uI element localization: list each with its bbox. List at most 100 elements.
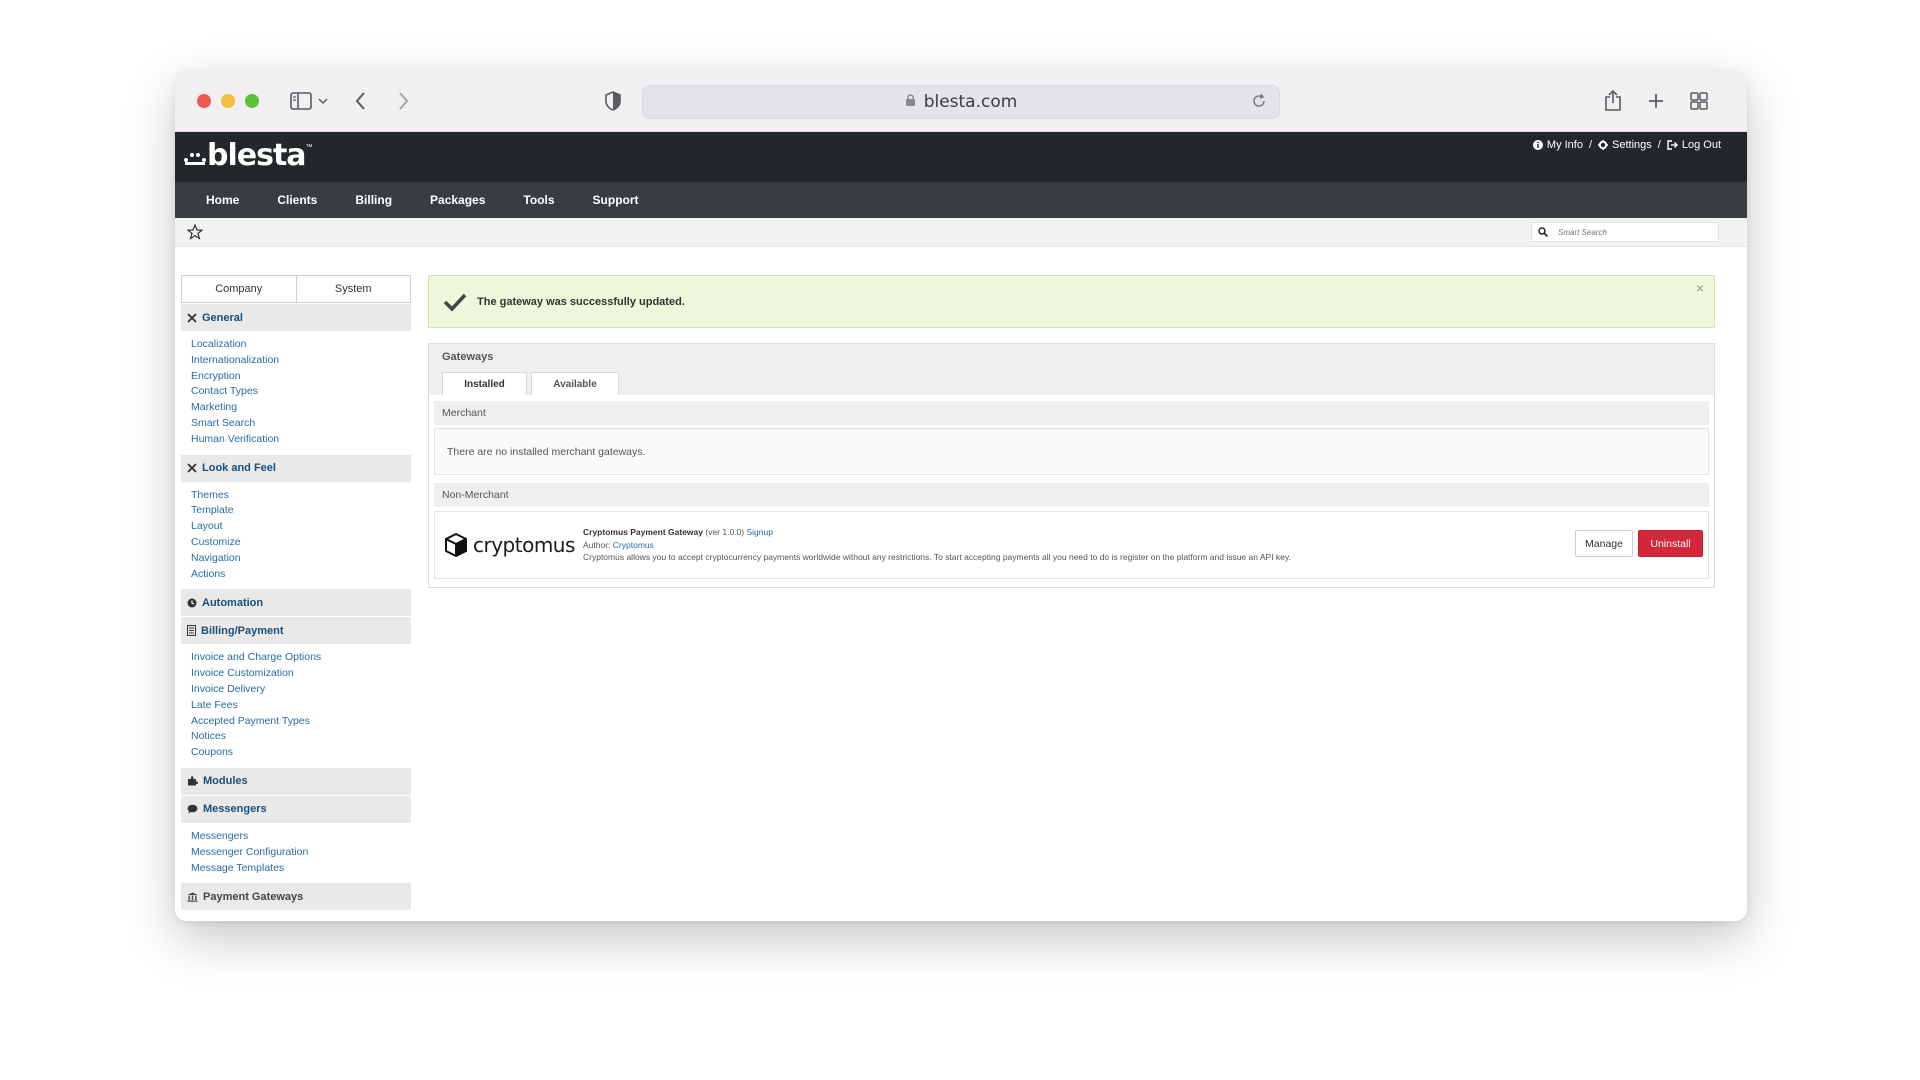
back-icon[interactable]: [347, 87, 375, 115]
section-title: Look and Feel: [202, 462, 276, 475]
section-general[interactable]: General: [181, 304, 411, 331]
chevron-down-icon[interactable]: [315, 87, 331, 115]
sidebar-item-internationalization[interactable]: Internationalization: [191, 353, 411, 369]
section-messengers[interactable]: Messengers: [181, 795, 411, 823]
section-modules[interactable]: Modules: [181, 767, 411, 795]
sidebar-item-accepted-payment-types[interactable]: Accepted Payment Types: [191, 714, 411, 730]
star-icon[interactable]: [186, 223, 204, 245]
section-billing-payment[interactable]: Billing/Payment: [181, 617, 411, 645]
sidebar-item-invoice-customization[interactable]: Invoice Customization: [191, 666, 411, 682]
cryptomus-logo-text: cryptomus: [473, 533, 575, 557]
nav-clients[interactable]: Clients: [258, 193, 336, 207]
settings-link[interactable]: Settings: [1598, 139, 1652, 151]
gateway-version: (ver 1.0.0): [705, 527, 745, 538]
minimize-window-button[interactable]: [221, 94, 235, 108]
maximize-window-button[interactable]: [245, 94, 259, 108]
alert-message: The gateway was successfully updated.: [477, 295, 685, 308]
share-icon[interactable]: [1599, 87, 1627, 115]
sidebar-item-themes[interactable]: Themes: [191, 488, 411, 504]
main-nav: Home Clients Billing Packages Tools Supp…: [175, 182, 1747, 218]
address-bar[interactable]: blesta.com: [642, 85, 1280, 119]
my-info-label: My Info: [1546, 139, 1583, 151]
gateways-panel: Gateways Installed Available Merchant Th…: [428, 343, 1715, 588]
sidebar-item-localization[interactable]: Localization: [191, 337, 411, 353]
nav-packages[interactable]: Packages: [411, 193, 504, 207]
bank-icon: [187, 892, 198, 902]
section-title: General: [202, 311, 243, 324]
main-content: The gateway was successfully updated. × …: [428, 275, 1715, 588]
sidebar-item-actions[interactable]: Actions: [191, 567, 411, 583]
puzzle-icon: [188, 776, 198, 786]
sidebar-item-smart-search[interactable]: Smart Search: [191, 416, 411, 432]
sidebar-item-contact-types[interactable]: Contact Types: [191, 384, 411, 400]
gateway-row: cryptomus Cryptomus Payment Gateway (ver…: [434, 511, 1709, 579]
privacy-shield-icon[interactable]: [599, 87, 627, 115]
reload-icon[interactable]: [1251, 93, 1267, 114]
clock-icon: [187, 598, 197, 608]
tools-icon: [187, 463, 197, 473]
close-icon[interactable]: ×: [1696, 280, 1704, 296]
manage-button[interactable]: Manage: [1575, 530, 1633, 557]
checkmark-icon: [443, 293, 467, 312]
nav-home[interactable]: Home: [187, 193, 258, 207]
gateway-actions: Manage Uninstall: [1575, 530, 1703, 557]
tools-icon: [187, 312, 197, 323]
sidebar-item-layout[interactable]: Layout: [191, 519, 411, 535]
smart-search-input[interactable]: [1558, 227, 1708, 237]
gateway-info: Cryptomus Payment Gateway (ver 1.0.0) Si…: [583, 526, 1291, 564]
section-payment-gateways[interactable]: Payment Gateways: [181, 883, 411, 911]
sidebar-item-customize[interactable]: Customize: [191, 535, 411, 551]
logout-label: Log Out: [1681, 139, 1721, 151]
sidebar-toggle-icon[interactable]: [287, 87, 315, 115]
sidebar-item-late-fees[interactable]: Late Fees: [191, 698, 411, 714]
sidebar-item-navigation[interactable]: Navigation: [191, 551, 411, 567]
section-look-and-feel[interactable]: Look and Feel: [181, 454, 411, 482]
browser-window: blesta.com blesta ™ My Info / Settings /…: [175, 70, 1747, 921]
forward-icon[interactable]: [389, 87, 417, 115]
settings-sidebar: Company System General Localization Inte…: [181, 275, 411, 921]
tab-available[interactable]: Available: [531, 372, 619, 395]
merchant-heading: Merchant: [434, 401, 1709, 425]
invoice-icon: [187, 625, 196, 637]
sidebar-item-marketing[interactable]: Marketing: [191, 400, 411, 416]
sidebar-item-message-templates[interactable]: Message Templates: [191, 861, 411, 877]
sidebar-item-messenger-configuration[interactable]: Messenger Configuration: [191, 845, 411, 861]
sidebar-item-human-verification[interactable]: Human Verification: [191, 432, 411, 448]
logo-trademark: ™: [305, 144, 313, 151]
uninstall-button[interactable]: Uninstall: [1638, 530, 1703, 557]
menu-separator: /: [1588, 139, 1593, 151]
my-info-link[interactable]: My Info: [1532, 139, 1583, 151]
sidebar-item-messengers[interactable]: Messengers: [191, 829, 411, 845]
user-menu: My Info / Settings / Log Out: [1532, 139, 1721, 151]
signup-link[interactable]: Signup: [746, 527, 772, 537]
tab-company[interactable]: Company: [181, 275, 297, 303]
section-title: Automation: [202, 596, 264, 609]
section-automation[interactable]: Automation: [181, 589, 411, 617]
sidebar-item-coupons[interactable]: Coupons: [191, 745, 411, 761]
search-icon[interactable]: [1538, 227, 1548, 237]
new-tab-icon[interactable]: [1642, 87, 1670, 115]
nav-billing[interactable]: Billing: [336, 193, 411, 207]
tab-system[interactable]: System: [296, 275, 411, 303]
sidebar-item-template[interactable]: Template: [191, 503, 411, 519]
author-link[interactable]: Cryptomus: [613, 540, 654, 550]
cube-icon: [445, 533, 467, 557]
blesta-logo[interactable]: blesta ™: [183, 138, 313, 173]
cryptomus-logo: cryptomus: [445, 533, 575, 557]
sub-toolbar: [175, 218, 1747, 247]
nav-support[interactable]: Support: [574, 193, 658, 207]
logout-link[interactable]: Log Out: [1667, 139, 1721, 151]
nav-tools[interactable]: Tools: [504, 193, 573, 207]
tab-installed[interactable]: Installed: [442, 372, 527, 395]
sidebar-item-invoice-delivery[interactable]: Invoice Delivery: [191, 682, 411, 698]
gateway-tabs: Installed Available: [429, 369, 1714, 395]
author-label: Author:: [583, 539, 611, 550]
general-links: Localization Internationalization Encryp…: [181, 331, 411, 454]
lock-icon: [905, 92, 916, 112]
url-text: blesta.com: [923, 92, 1018, 112]
sidebar-item-notices[interactable]: Notices: [191, 729, 411, 745]
sidebar-item-invoice-charge-options[interactable]: Invoice and Charge Options: [191, 650, 411, 666]
tab-overview-icon[interactable]: [1685, 87, 1713, 115]
sidebar-item-encryption[interactable]: Encryption: [191, 369, 411, 385]
close-window-button[interactable]: [197, 94, 211, 108]
